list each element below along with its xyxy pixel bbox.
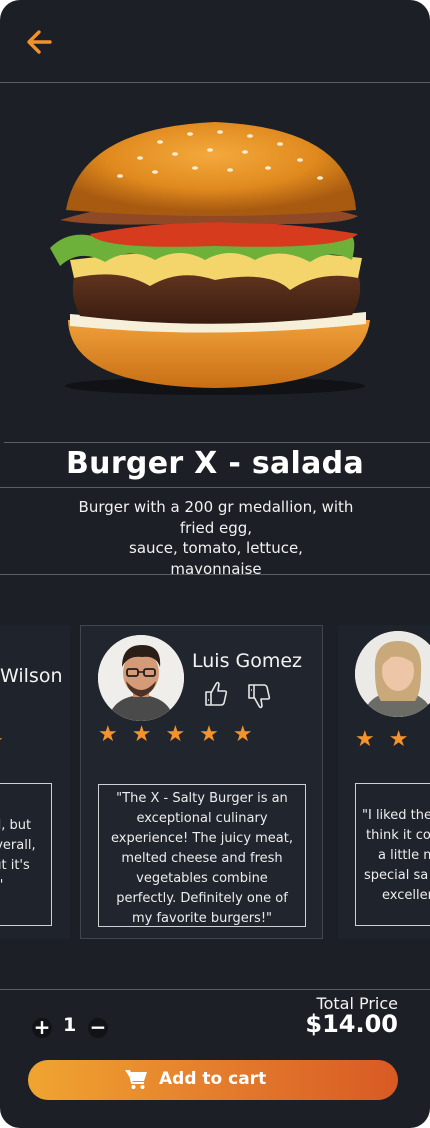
- reviewer-name: Wilson: [0, 665, 63, 687]
- description-divider: [0, 574, 430, 575]
- reviewer-name: Luis Gomez: [192, 650, 303, 672]
- quantity-value: 1: [63, 1014, 77, 1036]
- rating-stars: ★★★★★: [98, 722, 267, 747]
- total-price-value: $14.00: [305, 1010, 398, 1038]
- add-to-cart-label: Add to cart: [159, 1069, 267, 1089]
- reviewer-avatar: [355, 631, 430, 717]
- review-quote: ed, but Overall, but it's d.": [0, 783, 52, 926]
- product-title: Burger X - salada: [66, 446, 364, 481]
- product-description: Burger with a 200 gr medallion, with fri…: [78, 498, 354, 575]
- header-divider: [0, 82, 430, 83]
- image-divider: [4, 442, 430, 443]
- footer-divider: [0, 989, 430, 990]
- increase-quantity-button[interactable]: +: [32, 1017, 52, 1038]
- title-divider: [0, 487, 430, 488]
- review-card-right: ★★ "I liked the b think it cou a little …: [338, 625, 430, 939]
- rating-stars: ★: [0, 729, 18, 754]
- add-to-cart-button[interactable]: Add to cart: [28, 1060, 398, 1100]
- reviewer-avatar: [98, 635, 184, 721]
- decrease-quantity-button[interactable]: −: [88, 1017, 108, 1038]
- review-quote: "The X - Salty Burger is an exceptional …: [98, 784, 306, 927]
- shopping-cart-icon: [125, 1069, 147, 1089]
- thumbs-down-icon[interactable]: [246, 682, 272, 712]
- rating-stars: ★★: [355, 727, 423, 752]
- review-quote: "I liked the b think it cou a little mo …: [355, 783, 430, 926]
- review-card-luis-gomez: Luis Gomez ★★★★★ "The X - Salty Burger i…: [80, 625, 323, 939]
- product-screen: Burger X - salada Burger with a 200 gr m…: [0, 0, 430, 1128]
- back-arrow-icon[interactable]: [24, 26, 54, 58]
- review-card-left: Wilson ★ ed, but Overall, but it's d.": [0, 625, 70, 939]
- burger-image: [50, 122, 370, 395]
- thumbs-up-icon[interactable]: [203, 678, 229, 708]
